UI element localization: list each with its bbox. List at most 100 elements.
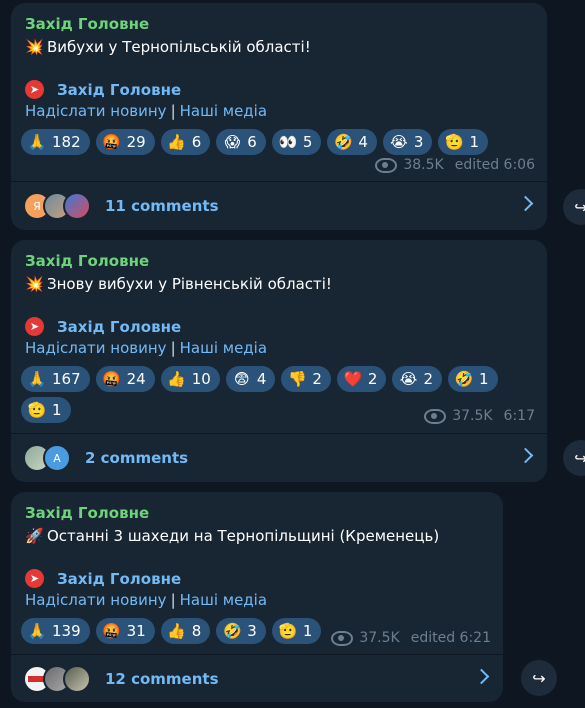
our-media-link[interactable]: Наші медіа xyxy=(180,591,267,609)
link-separator: | xyxy=(170,102,176,120)
reaction-heart[interactable]: ❤️ 2 xyxy=(336,366,387,392)
reactions-row: 🙏 182 🤬 29 👍 6 😱 6 👀 5 🤣 4 😭 3 🫡 1 xyxy=(21,129,494,155)
rofl-icon: 🤣 xyxy=(334,133,353,151)
message-bubble: Захід Головне 💥 Знову вибухи у Рівненськ… xyxy=(11,240,547,482)
reaction-count: 1 xyxy=(469,133,480,151)
our-media-link[interactable]: Наші медіа xyxy=(180,339,267,357)
views-eye-icon xyxy=(375,157,398,173)
view-count: 38.5K xyxy=(403,157,444,173)
link-separator: | xyxy=(170,591,176,609)
avatar: A xyxy=(43,444,71,472)
reaction-crying[interactable]: 😭 2 xyxy=(392,366,443,392)
heart-icon: ❤️ xyxy=(343,370,363,388)
channel-link[interactable]: ➤ Захід Головне xyxy=(25,317,181,336)
share-button[interactable]: ↪ xyxy=(563,440,585,476)
reaction-count: 29 xyxy=(126,133,146,151)
message-body: Останні 3 шахеди на Тернопільщині (Креме… xyxy=(47,527,440,545)
message-links: Надіслати новину | Наші медіа xyxy=(25,339,267,357)
reaction-thumbs-down[interactable]: 👎 2 xyxy=(281,366,331,392)
reaction-crying[interactable]: 😭 3 xyxy=(382,129,433,155)
reaction-rofl[interactable]: 🤣 3 xyxy=(216,618,266,644)
message-body: Знову вибухи у Рівненській області! xyxy=(47,275,332,293)
reaction-count: 2 xyxy=(312,370,322,388)
telegram-icon: ➤ xyxy=(25,80,44,99)
comments-count[interactable]: 12 comments xyxy=(105,670,219,688)
reaction-cursing[interactable]: 🤬 31 xyxy=(95,618,155,644)
message-author[interactable]: Захід Головне xyxy=(25,252,149,270)
send-news-link[interactable]: Надіслати новину xyxy=(25,591,167,609)
comments-count[interactable]: 11 comments xyxy=(105,197,219,215)
reaction-salute[interactable]: 🫡 1 xyxy=(21,397,71,423)
reaction-count: 6 xyxy=(247,133,257,151)
message-author[interactable]: Захід Головне xyxy=(25,504,149,522)
link-separator: | xyxy=(170,339,176,357)
reaction-count: 31 xyxy=(126,622,146,640)
reaction-thumbs-up[interactable]: 👍 10 xyxy=(160,366,220,392)
reaction-count: 2 xyxy=(367,370,378,388)
cursing-face-icon: 🤬 xyxy=(102,370,121,388)
message-meta: 38.5K edited 6:06 xyxy=(375,157,535,173)
fearful-face-icon: 😨 xyxy=(234,370,250,388)
share-arrow-icon: ↪ xyxy=(574,197,585,217)
reaction-rofl[interactable]: 🤣 1 xyxy=(448,366,498,392)
salute-icon: 🫡 xyxy=(27,401,47,419)
reaction-count: 3 xyxy=(247,622,257,640)
reaction-pray[interactable]: 🙏 139 xyxy=(21,618,90,644)
comments-count[interactable]: 2 comments xyxy=(85,449,188,467)
reaction-salute[interactable]: 🫡 1 xyxy=(271,618,322,644)
our-media-link[interactable]: Наші медіа xyxy=(180,102,267,120)
reaction-eyes[interactable]: 👀 5 xyxy=(271,129,322,155)
reaction-fearful[interactable]: 😨 4 xyxy=(225,366,276,392)
reaction-pray[interactable]: 🙏 167 xyxy=(21,366,90,392)
reactions-row: 🫡 1 xyxy=(21,397,77,423)
reaction-count: 167 xyxy=(52,370,81,388)
reaction-count: 5 xyxy=(302,133,313,151)
reaction-cursing[interactable]: 🤬 29 xyxy=(95,129,155,155)
reaction-rofl[interactable]: 🤣 4 xyxy=(327,129,377,155)
reaction-scream[interactable]: 😱 6 xyxy=(216,129,266,155)
salute-icon: 🫡 xyxy=(445,133,464,151)
rofl-icon: 🤣 xyxy=(222,622,242,640)
send-news-link[interactable]: Надіслати новину xyxy=(25,339,167,357)
reaction-count: 24 xyxy=(126,370,146,388)
chevron-right-icon xyxy=(517,447,534,464)
share-button[interactable]: ↪ xyxy=(563,189,585,225)
commenter-avatars: A xyxy=(23,444,71,472)
reactions-row: 🙏 167 🤬 24 👍 10 😨 4 👎 2 ❤️ 2 😭 2 🤣 1 xyxy=(21,366,504,392)
send-news-link[interactable]: Надіслати новину xyxy=(25,102,167,120)
avatar xyxy=(63,192,91,220)
message-author[interactable]: Захід Головне xyxy=(25,15,149,33)
comments-button[interactable]: 12 comments xyxy=(11,655,503,702)
comments-button[interactable]: A 2 comments xyxy=(11,434,547,482)
reaction-count: 4 xyxy=(256,370,267,388)
crying-face-icon: 😭 xyxy=(399,370,418,388)
crying-face-icon: 😭 xyxy=(390,133,408,151)
channel-name[interactable]: Захід Головне xyxy=(57,81,181,99)
cursing-face-icon: 🤬 xyxy=(102,622,121,640)
message-text: 💥 Вибухи у Тернопільській області! xyxy=(25,38,311,56)
message-links: Надіслати новину | Наші медіа xyxy=(25,102,267,120)
commenter-avatars xyxy=(23,665,91,693)
reaction-count: 4 xyxy=(358,133,368,151)
reaction-cursing[interactable]: 🤬 24 xyxy=(95,366,155,392)
pray-icon: 🙏 xyxy=(27,370,47,388)
thumbs-up-icon: 👍 xyxy=(167,133,187,151)
comments-button[interactable]: Я 11 comments xyxy=(11,182,547,230)
channel-link[interactable]: ➤ Захід Головне xyxy=(25,569,181,588)
avatar xyxy=(63,665,91,693)
reaction-count: 1 xyxy=(302,622,313,640)
reaction-pray[interactable]: 🙏 182 xyxy=(21,129,90,155)
reaction-count: 8 xyxy=(191,622,202,640)
reaction-thumbs-up[interactable]: 👍 8 xyxy=(160,618,211,644)
chevron-right-icon xyxy=(517,195,534,212)
channel-name[interactable]: Захід Головне xyxy=(57,318,181,336)
reaction-count: 6 xyxy=(191,133,202,151)
channel-name[interactable]: Захід Головне xyxy=(57,570,181,588)
message-text: 💥 Знову вибухи у Рівненській області! xyxy=(25,275,332,293)
reaction-thumbs-up[interactable]: 👍 6 xyxy=(160,129,211,155)
pray-icon: 🙏 xyxy=(27,622,47,640)
share-button[interactable]: ↪ xyxy=(521,660,557,696)
reaction-salute[interactable]: 🫡 1 xyxy=(438,129,489,155)
reaction-count: 3 xyxy=(413,133,424,151)
channel-link[interactable]: ➤ Захід Головне xyxy=(25,80,181,99)
